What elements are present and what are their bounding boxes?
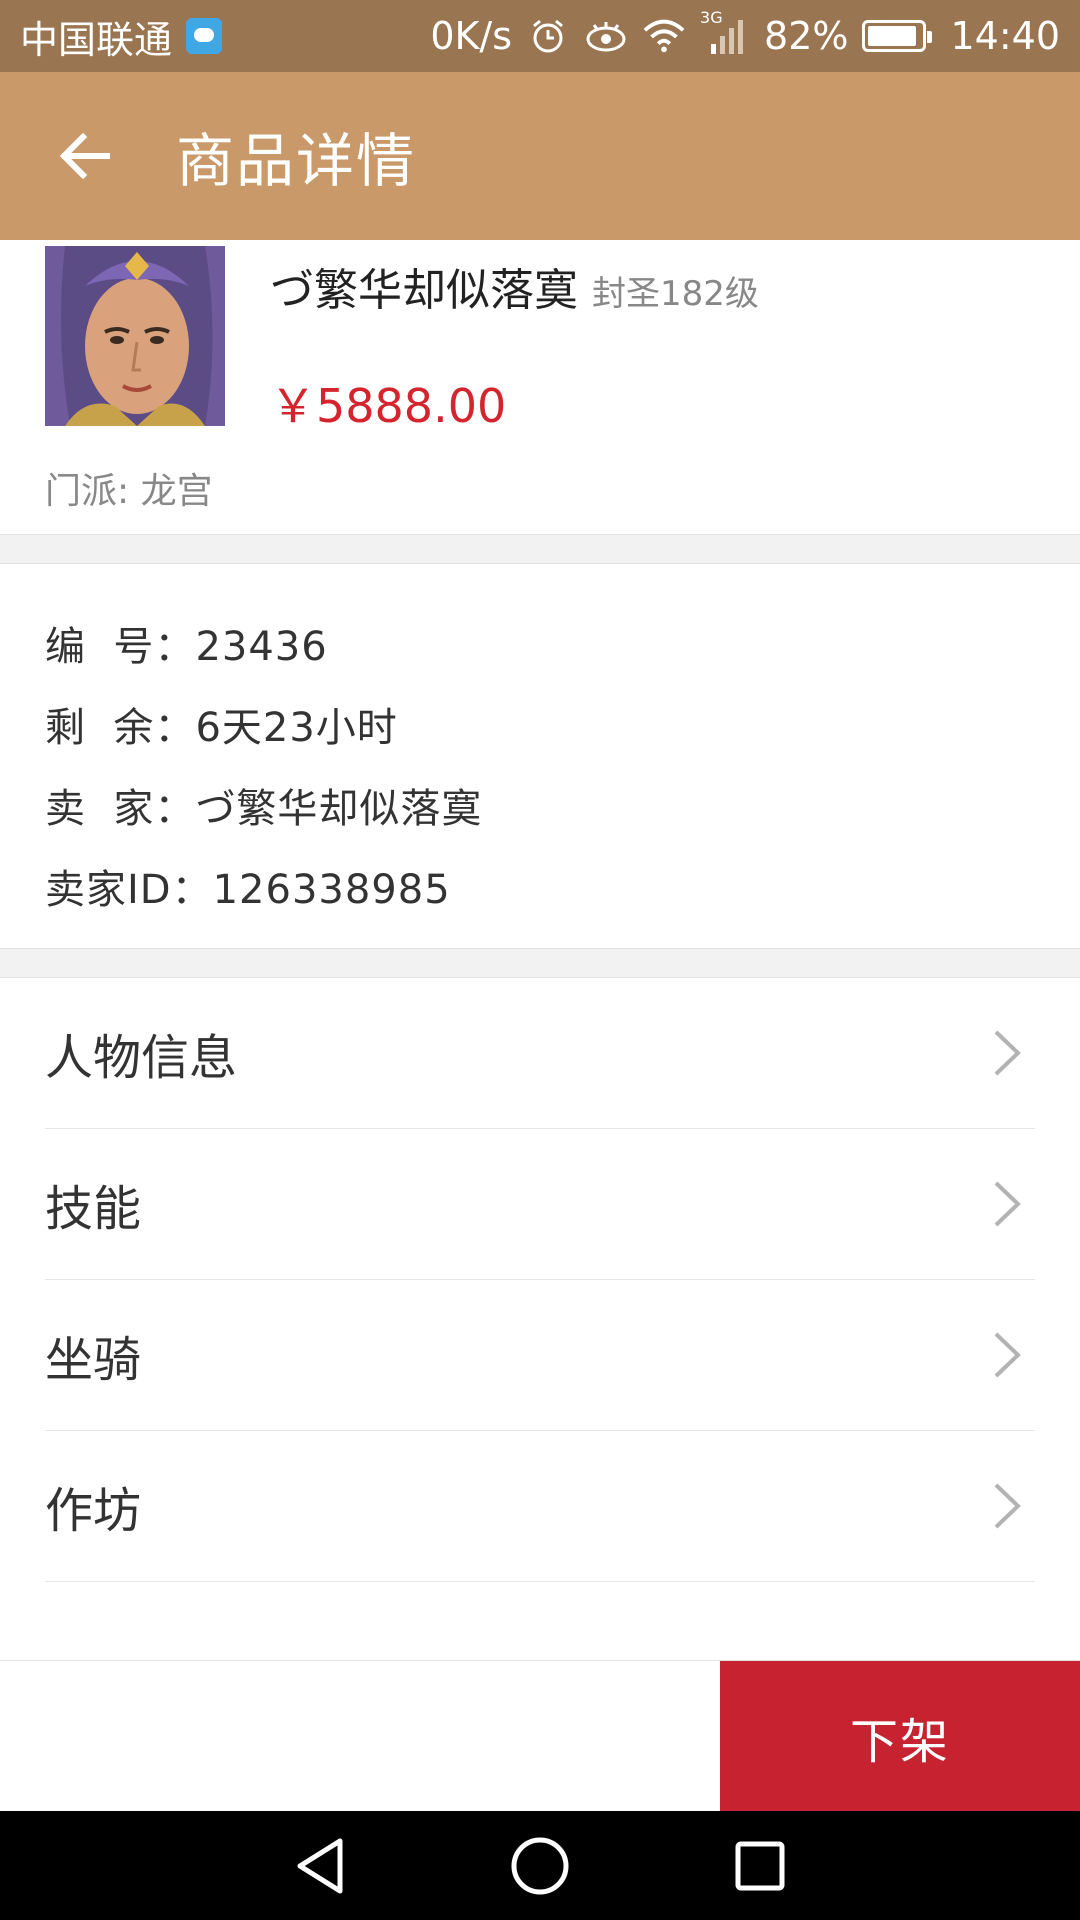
menu-item-label: 作坊	[45, 1483, 142, 1539]
info-value: 23436	[195, 624, 328, 670]
menu-item-skills[interactable]: 技能	[45, 1129, 1035, 1280]
menu-item-label: 人物信息	[45, 1030, 238, 1086]
circle-home-icon	[511, 1837, 569, 1894]
network-type: 3G	[700, 8, 723, 27]
product-name-text: づ繁华却似落寞	[270, 265, 578, 316]
menu-item-label: 技能	[45, 1181, 142, 1237]
action-bar: 下架	[0, 1660, 1080, 1812]
menu-item-character-info[interactable]: 人物信息	[45, 978, 1035, 1129]
info-row-seller: 卖 家：づ繁华却似落寞	[45, 776, 482, 834]
battery-percent: 82%	[764, 14, 849, 58]
info-value: 126338985	[212, 867, 451, 913]
section-divider	[0, 948, 1080, 978]
info-value: づ繁华却似落寞	[195, 786, 483, 832]
product-level: 封圣182级	[592, 274, 759, 314]
chevron-right-icon	[987, 1023, 1027, 1083]
product-header: づ繁华却似落寞 封圣182级 ￥5888.00 门派: 龙宫	[0, 240, 1080, 534]
info-label: 编 号：	[45, 624, 196, 670]
nav-home-button[interactable]	[505, 1831, 575, 1901]
info-label: 卖 家：	[45, 786, 196, 832]
info-label: 剩 余：	[45, 705, 196, 751]
clock: 14:40	[950, 14, 1060, 58]
signal-icon: 3G	[700, 8, 750, 58]
triangle-back-icon	[297, 1838, 343, 1893]
message-icon	[186, 18, 223, 54]
info-block: 编 号：23436 剩 余：6天23小时 卖 家：づ繁华却似落寞 卖家ID：12…	[0, 564, 1080, 948]
info-label: 卖家ID：	[45, 867, 213, 913]
chevron-right-icon	[987, 1325, 1027, 1385]
nav-recents-button[interactable]	[725, 1831, 795, 1901]
delist-button[interactable]: 下架	[720, 1661, 1080, 1812]
back-button[interactable]	[40, 111, 130, 201]
arrow-left-icon	[59, 133, 110, 179]
product-faction: 门派: 龙宫	[45, 471, 213, 512]
page-title: 商品详情	[176, 127, 417, 195]
info-value: 6天23小时	[195, 705, 398, 751]
chevron-right-icon	[987, 1476, 1027, 1536]
info-row-remaining: 剩 余：6天23小时	[45, 695, 398, 753]
nav-back-button[interactable]	[285, 1831, 355, 1901]
carrier-label: 中国联通	[20, 17, 173, 62]
info-row-id: 编 号：23436	[45, 614, 328, 672]
system-nav-bar	[0, 1811, 1080, 1920]
alarm-icon	[526, 14, 570, 58]
product-name: づ繁华却似落寞 封圣182级	[270, 254, 759, 318]
battery-icon	[862, 20, 933, 52]
menu-item-label: 坐骑	[45, 1332, 142, 1388]
app-bar: 商品详情	[0, 72, 1080, 240]
info-row-seller-id: 卖家ID：126338985	[45, 857, 451, 915]
square-recents-icon	[735, 1841, 785, 1890]
product-price: ￥5888.00	[270, 379, 507, 433]
eye-icon	[584, 14, 628, 58]
wifi-icon	[642, 14, 686, 58]
menu-item-mounts[interactable]: 坐骑	[45, 1280, 1035, 1431]
section-divider	[0, 534, 1080, 564]
chevron-right-icon	[987, 1174, 1027, 1234]
character-avatar	[45, 246, 225, 426]
net-speed: 0K/s	[430, 14, 513, 58]
status-bar: 中国联通 0K/s 3G 82% 14:40	[0, 0, 1080, 72]
menu-item-workshop[interactable]: 作坊	[45, 1431, 1035, 1582]
